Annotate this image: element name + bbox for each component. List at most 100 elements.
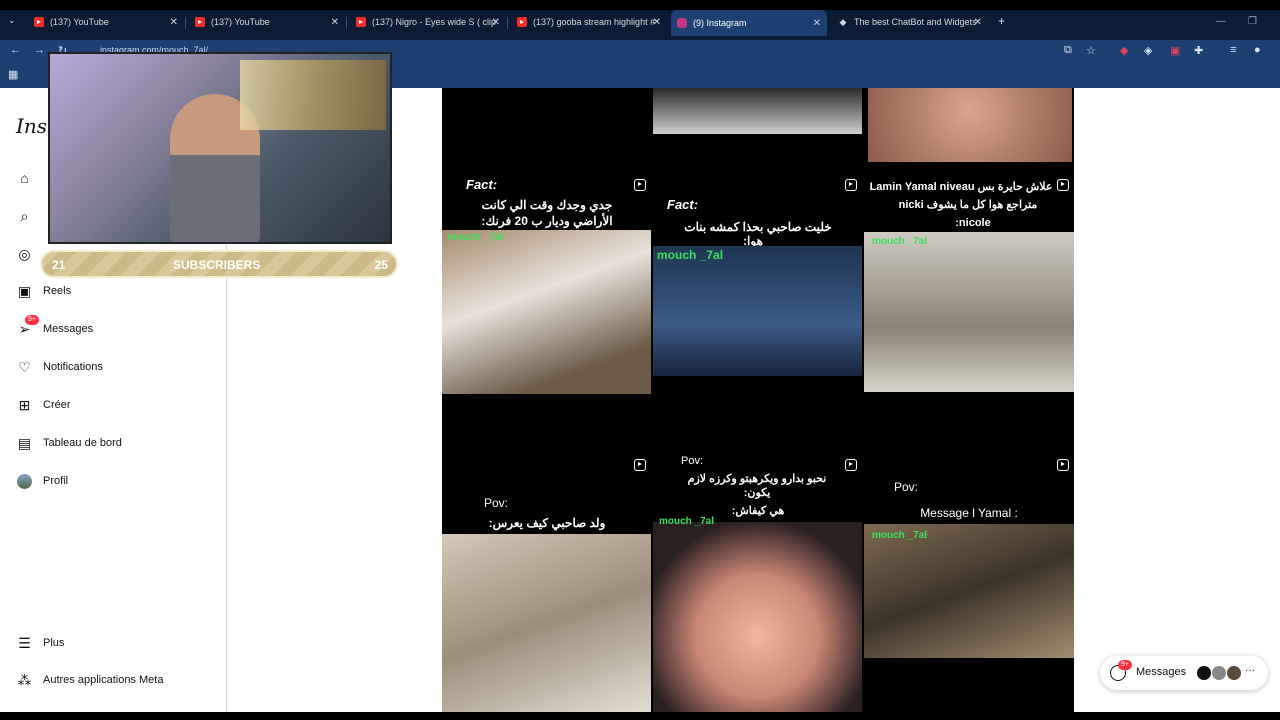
caption-line: هي كيفاش:	[731, 505, 785, 517]
extension-icon[interactable]: ▣	[1170, 44, 1180, 57]
tab-strip: ⌄ (137) YouTube ✕ (137) YouTube ✕ (137) …	[0, 10, 1280, 40]
bookmark-star-icon[interactable]: ☆	[1086, 44, 1096, 57]
reel-icon	[634, 459, 646, 471]
reel-frame	[864, 232, 1074, 392]
messages-label: Messages	[1136, 666, 1187, 678]
reel-icon	[634, 179, 646, 191]
tab-youtube-1[interactable]: (137) YouTube ✕	[28, 11, 184, 33]
explore-icon: ◎	[18, 245, 31, 262]
nav-label: Reels	[43, 285, 72, 297]
tab-list-icon[interactable]: ⌄	[8, 15, 16, 26]
caption-label: Pov:	[894, 480, 919, 494]
reel-icon	[1057, 179, 1069, 191]
watermark: mouch _7al	[872, 236, 928, 247]
reel-thumb-partial[interactable]	[864, 88, 1074, 170]
caption-line: جدي وجدك وقت الي كانت	[481, 198, 613, 212]
nav-home[interactable]: ⌂	[16, 168, 43, 188]
caption-line: ولد صاحبي كيف يعرس:	[488, 516, 606, 530]
close-tab-icon[interactable]: ✕	[974, 17, 982, 28]
nav-label: Notifications	[43, 361, 103, 373]
caption-label: Fact:	[466, 177, 498, 192]
caption-label: Pov:	[681, 455, 704, 467]
close-tab-icon[interactable]: ✕	[492, 17, 500, 28]
extension-icon[interactable]: ◈	[1144, 44, 1152, 57]
youtube-icon	[356, 17, 366, 27]
close-tab-icon[interactable]: ✕	[170, 17, 178, 28]
nav-search[interactable]: ⌕	[16, 206, 43, 226]
nav-label: Profil	[43, 475, 69, 487]
caption-line: نحبو بدارو ويكرهبتو وكرزه لازم	[687, 473, 827, 485]
close-tab-icon[interactable]: ✕	[331, 17, 339, 28]
extensions-puzzle-icon[interactable]: ✚	[1194, 44, 1203, 57]
home-icon: ⌂	[20, 170, 29, 186]
shelf	[240, 60, 386, 130]
nav-label: Créer	[43, 399, 71, 411]
reel-frame	[864, 524, 1074, 658]
reel-thumb[interactable]: Fact: جدي وجدك وقت الي كانت الأراضي وديا…	[442, 172, 651, 450]
minimize-icon[interactable]: —	[1216, 16, 1226, 27]
install-app-icon[interactable]: ⧉	[1064, 44, 1072, 57]
new-tab-icon[interactable]: +	[998, 14, 1005, 28]
nav-meta-apps[interactable]: ⁂ Autres applications Meta	[16, 670, 164, 690]
tab-chatbot[interactable]: ◆ The best ChatBot and Widgets ✕	[832, 11, 988, 33]
nav-notifications[interactable]: ♡ Notifications	[16, 357, 103, 377]
tab-instagram[interactable]: (9) Instagram ✕	[671, 10, 827, 36]
tab-label: (9) Instagram	[693, 18, 747, 28]
nav-reels[interactable]: ▣ Reels	[16, 281, 71, 301]
extension-icon[interactable]: ◆	[1120, 44, 1128, 57]
dashboard-icon: ▤	[17, 434, 32, 451]
nav-explore[interactable]: ◎	[16, 244, 43, 264]
watermark: mouch _7al	[659, 516, 715, 527]
reel-frame	[442, 230, 651, 394]
restore-icon[interactable]: ❐	[1248, 16, 1257, 27]
unread-badge: 9+	[25, 314, 39, 325]
menu-icon: ☰	[18, 634, 31, 651]
nav-label: Autres applications Meta	[43, 674, 164, 686]
reel-thumb[interactable]: Pov: نحبو بدارو ويكرهبتو وكرزه لازم يكون…	[653, 452, 862, 712]
media-controls-icon[interactable]: ≡	[1230, 44, 1236, 56]
reel-thumb[interactable]: Pov: Message l Yamal : mouch _7al	[864, 452, 1074, 712]
reel-frame	[653, 522, 862, 712]
reel-thumb-partial[interactable]	[653, 88, 862, 170]
plus-square-icon: ⊞	[18, 396, 31, 413]
messages-popup-button[interactable]: 9+ Messages ···	[1100, 656, 1268, 690]
caption-line: :nicole	[955, 217, 991, 229]
nav-messages[interactable]: ➢ 9+ Messages	[16, 314, 93, 339]
reel-frame	[868, 88, 1072, 162]
forward-icon[interactable]: →	[34, 44, 45, 56]
reel-icon	[845, 179, 857, 191]
nav-dashboard[interactable]: ▤ Tableau de bord	[16, 433, 122, 453]
nav-label: Plus	[43, 637, 65, 649]
reel-icon	[1057, 459, 1069, 471]
tab-youtube-4[interactable]: (137) gooba stream highlight # ✕	[511, 11, 667, 33]
nav-create[interactable]: ⊞ Créer	[16, 395, 71, 415]
reel-thumb-partial[interactable]	[442, 88, 651, 170]
caption-line: يكون:	[743, 487, 771, 499]
instagram-icon	[677, 18, 687, 28]
reels-grid: Fact: جدي وجدك وقت الي كانت الأراضي وديا…	[442, 88, 1074, 712]
subscriber-goal: 25	[374, 258, 388, 272]
nav-profile[interactable]: Profil	[16, 471, 68, 491]
back-icon[interactable]: ←	[10, 44, 21, 56]
reels-icon: ▣	[17, 282, 32, 299]
avatar	[1211, 665, 1227, 681]
reel-thumb[interactable]: Pov: ولد صاحبي كيف يعرس:	[442, 452, 651, 712]
search-icon: ⌕	[20, 207, 29, 224]
subscriber-goal-bar: 21 SUBSCRIBERS 25	[40, 250, 398, 278]
close-tab-icon[interactable]: ✕	[653, 17, 661, 28]
reel-thumb[interactable]: Lamin Yamal niveau علاش حايرة بس متراجع …	[864, 172, 1074, 450]
tab-youtube-3[interactable]: (137) Nigro - Eyes wide S ( clip ✕	[350, 11, 506, 33]
tab-label: (137) gooba stream highlight #	[533, 17, 656, 27]
reel-thumb[interactable]: Fact: خليت صاحبي بحذا كمشه بنات هوا: mou…	[653, 172, 862, 450]
nav-more[interactable]: ☰ Plus	[16, 633, 64, 653]
caption-line: Message l Yamal :	[920, 506, 1018, 520]
close-tab-icon[interactable]: ✕	[813, 18, 821, 29]
apps-grid-icon[interactable]: ▦	[8, 68, 18, 81]
meta-apps-icon: ⁂	[17, 671, 32, 688]
profile-avatar-icon[interactable]: ●	[1254, 44, 1261, 56]
tab-youtube-2[interactable]: (137) YouTube ✕	[189, 11, 345, 33]
caption-label: Fact:	[667, 197, 699, 212]
caption-line: الأراضي وديار ب 20 فرنك:	[481, 214, 613, 228]
tab-label: (137) YouTube	[211, 17, 270, 27]
caption-line: خليت صاحبي بحذا كمشه بنات	[684, 220, 832, 234]
